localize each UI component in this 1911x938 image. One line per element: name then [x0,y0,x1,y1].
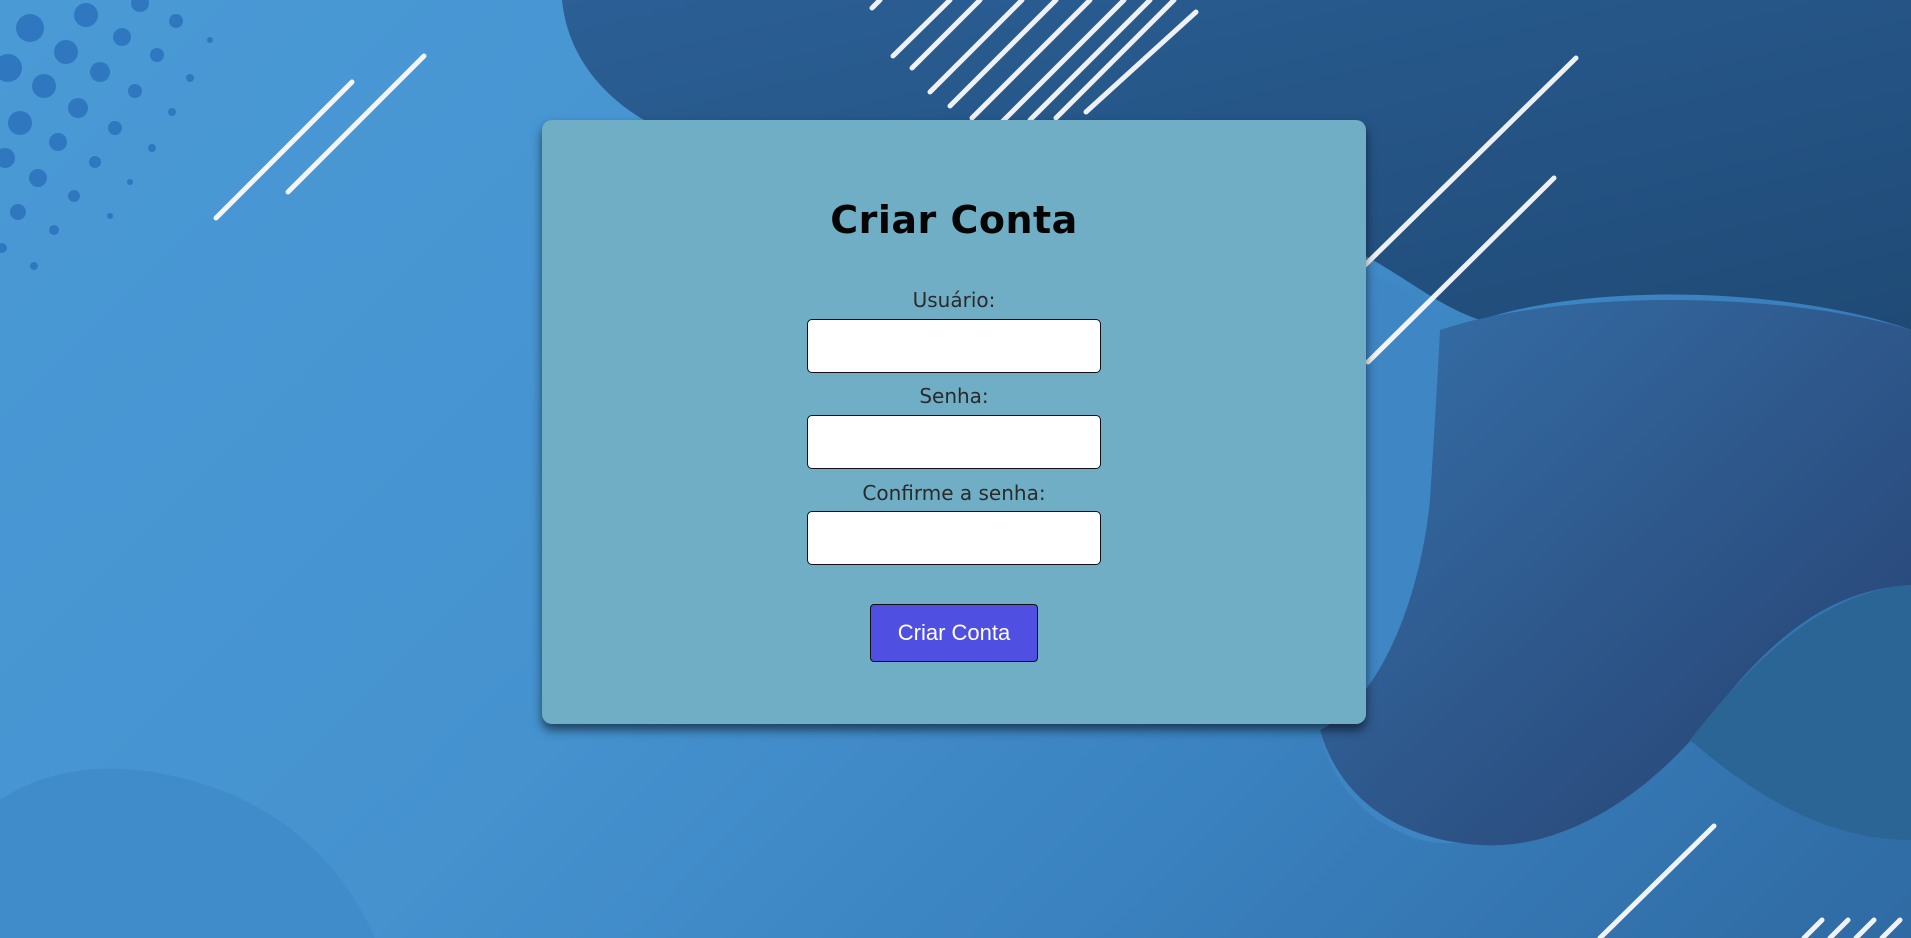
signup-card: Criar Conta Usuário: Senha: Confirme a s… [542,120,1366,724]
bottom-left-blob [0,768,375,938]
dot-pattern [0,0,213,270]
confirm-password-input[interactable] [807,511,1101,565]
create-account-button[interactable]: Criar Conta [870,604,1038,662]
password-label: Senha: [919,384,989,408]
password-input[interactable] [807,415,1101,469]
username-label: Usuário: [912,288,996,312]
confirm-password-label: Confirme a senha: [862,481,1046,505]
form-title: Criar Conta [830,198,1078,242]
username-input[interactable] [807,319,1101,373]
